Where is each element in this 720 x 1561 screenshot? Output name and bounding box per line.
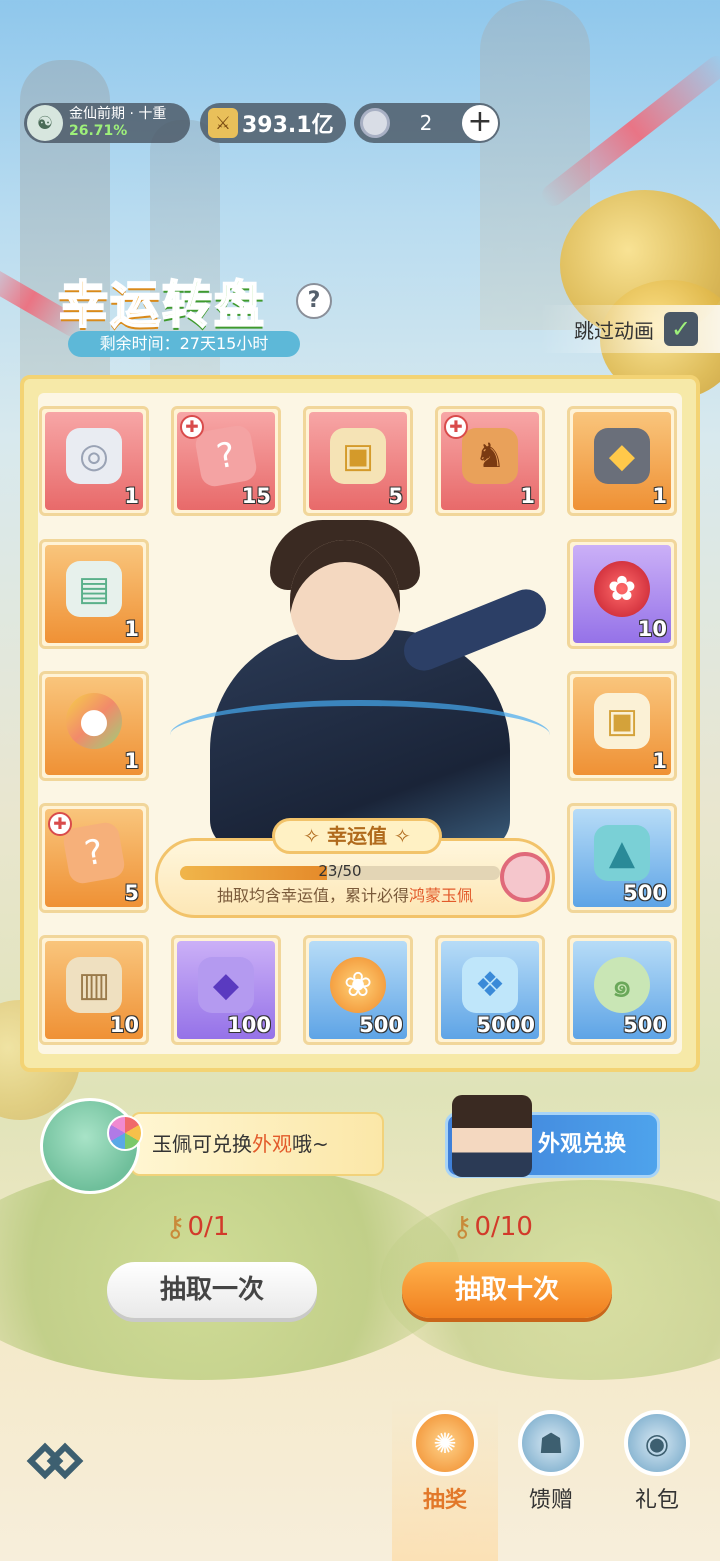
prize-cell: ▤ 1 xyxy=(39,539,149,649)
golden-chariot-icon: ♞ xyxy=(462,428,518,485)
luck-title: ✧ 幸运值 ✧ xyxy=(272,818,442,854)
skip-animation-toggle[interactable]: 跳过动画 ✓ xyxy=(540,305,720,353)
prize-qty: 500 xyxy=(623,1013,667,1037)
blue-crystal-icon: ❖ xyxy=(462,957,518,1014)
remaining-time: 剩余时间：27天15小时 xyxy=(68,331,300,357)
rainbow-mango-icon: ● xyxy=(66,693,122,750)
dragon-mascot-icon xyxy=(40,1098,143,1194)
prize-qty: 500 xyxy=(623,881,667,905)
wheel-icon: ✺ xyxy=(412,1410,478,1476)
avatar-icon: ☯ xyxy=(27,105,63,141)
prize-qty: 1 xyxy=(652,484,667,508)
prize-cell: ▣ 5 xyxy=(303,406,413,516)
tab-gift[interactable]: ☗ 馈赠 xyxy=(506,1410,596,1514)
key-count-ten: ⚷ 0/10 xyxy=(452,1210,533,1243)
dragon-chest-icon: ▣ xyxy=(330,428,386,485)
prize-cell: ❀ 500 xyxy=(303,935,413,1045)
scroll-map-icon: ▤ xyxy=(66,561,122,618)
skip-animation-label: 跳过动画 xyxy=(574,318,654,343)
rank-progress: 26.71% xyxy=(69,123,128,139)
lotus-fruit-icon: ❀ xyxy=(330,957,386,1014)
draw-ten-button[interactable]: 抽取十次 xyxy=(402,1262,612,1318)
combat-power: ⚔ 393.1亿 xyxy=(200,103,346,143)
currency-counter: 2 + xyxy=(354,103,500,143)
mini-wheel-icon xyxy=(107,1115,143,1151)
cultivation-rank[interactable]: ☯ 金仙前期 · 十重 26.71% xyxy=(24,103,190,143)
add-currency-button[interactable]: + xyxy=(462,105,498,141)
jade-pendant-icon: ◎ xyxy=(66,428,122,485)
featured-character xyxy=(170,520,553,850)
jade-pendant-reward-icon[interactable] xyxy=(500,852,550,902)
prize-qty: 1 xyxy=(520,484,535,508)
tab-label: 馈赠 xyxy=(528,1488,573,1513)
prize-cell: ๑ 500 xyxy=(567,935,677,1045)
draw-once-button[interactable]: 抽取一次 xyxy=(107,1262,317,1318)
red-fruit-icon: ✿ xyxy=(594,561,650,618)
mystery-book-icon: ? xyxy=(193,423,259,489)
fire-ore-icon: ◆ xyxy=(594,428,650,485)
prize-cell: ✿ 10 xyxy=(567,539,677,649)
prize-cell: ▥ 10 xyxy=(39,935,149,1045)
exchange-tip: 玉佩可兑换外观哦~ xyxy=(130,1112,384,1176)
prize-qty: 5000 xyxy=(476,1013,535,1037)
prize-cell: ◎ 1 xyxy=(39,406,149,516)
jade-pyramid-icon: ▲ xyxy=(594,825,650,882)
title-part2: 转盘 xyxy=(161,275,266,335)
tab-label: 抽奖 xyxy=(422,1488,467,1513)
rank-title: 金仙前期 · 十重 xyxy=(69,106,167,122)
mystery-book-icon: ? xyxy=(61,820,127,886)
prize-qty: 15 xyxy=(241,484,271,508)
prize-cell: ✚ ? 5 xyxy=(39,803,149,913)
fragment-badge-icon: ✚ xyxy=(48,812,72,836)
purple-crystal-icon: ◆ xyxy=(198,957,254,1014)
prize-cell: ◆ 1 xyxy=(567,406,677,516)
key-icon: ⚷ xyxy=(452,1210,473,1243)
appearance-exchange-button[interactable]: 外观兑换 xyxy=(445,1095,660,1178)
prize-qty: 5 xyxy=(388,484,403,508)
gold-chest-icon: ▣ xyxy=(594,693,650,750)
checkbox-checked-icon[interactable]: ✓ xyxy=(664,312,698,346)
ancient-scroll-icon: ▥ xyxy=(66,957,122,1014)
fragment-badge-icon: ✚ xyxy=(180,415,204,439)
help-button[interactable]: ? xyxy=(296,283,332,319)
key-icon: ⚷ xyxy=(165,1210,186,1243)
prize-cell: ✚ ♞ 1 xyxy=(435,406,545,516)
prize-cell: ▣ 1 xyxy=(567,671,677,781)
exchange-label: 外观兑换 xyxy=(538,1132,627,1157)
power-value: 393.1亿 xyxy=(242,113,334,138)
page-title: 幸运转盘 xyxy=(57,265,266,337)
prize-qty: 1 xyxy=(124,617,139,641)
prize-qty: 1 xyxy=(124,484,139,508)
fragment-badge-icon: ✚ xyxy=(444,415,468,439)
luck-value: 23/50 xyxy=(318,862,362,880)
prize-cell: ▲ 500 xyxy=(567,803,677,913)
pouch-icon: ◉ xyxy=(624,1410,690,1476)
tab-lottery[interactable]: ✺ 抽奖 xyxy=(400,1410,490,1514)
luck-description: 抽取均含幸运值，累计必得鸿蒙玉佩 xyxy=(216,886,474,905)
prize-cell: ◆ 100 xyxy=(171,935,281,1045)
prize-qty: 100 xyxy=(227,1013,271,1037)
green-jade-icon: ๑ xyxy=(594,957,650,1014)
prize-qty: 10 xyxy=(109,1013,139,1037)
tab-label: 礼包 xyxy=(634,1488,679,1513)
prize-qty: 5 xyxy=(124,881,139,905)
tortoise-icon: ☗ xyxy=(518,1410,584,1476)
character-portrait-icon xyxy=(452,1095,532,1177)
prize-cell: ● 1 xyxy=(39,671,149,781)
prize-cell: ❖ 5000 xyxy=(435,935,545,1045)
prize-qty: 1 xyxy=(652,749,667,773)
currency-count: 2 xyxy=(419,111,433,135)
key-count-one: ⚷ 0/1 xyxy=(165,1210,230,1243)
prize-qty: 10 xyxy=(637,617,667,641)
jade-coin-icon xyxy=(360,108,390,138)
prize-cell: ✚ ? 15 xyxy=(171,406,281,516)
prize-qty: 1 xyxy=(124,749,139,773)
swords-icon: ⚔ xyxy=(208,108,238,138)
menu-logo-icon[interactable] xyxy=(26,1432,96,1492)
tab-package[interactable]: ◉ 礼包 xyxy=(612,1410,702,1514)
prize-qty: 500 xyxy=(359,1013,403,1037)
title-part1: 幸运 xyxy=(57,275,162,335)
